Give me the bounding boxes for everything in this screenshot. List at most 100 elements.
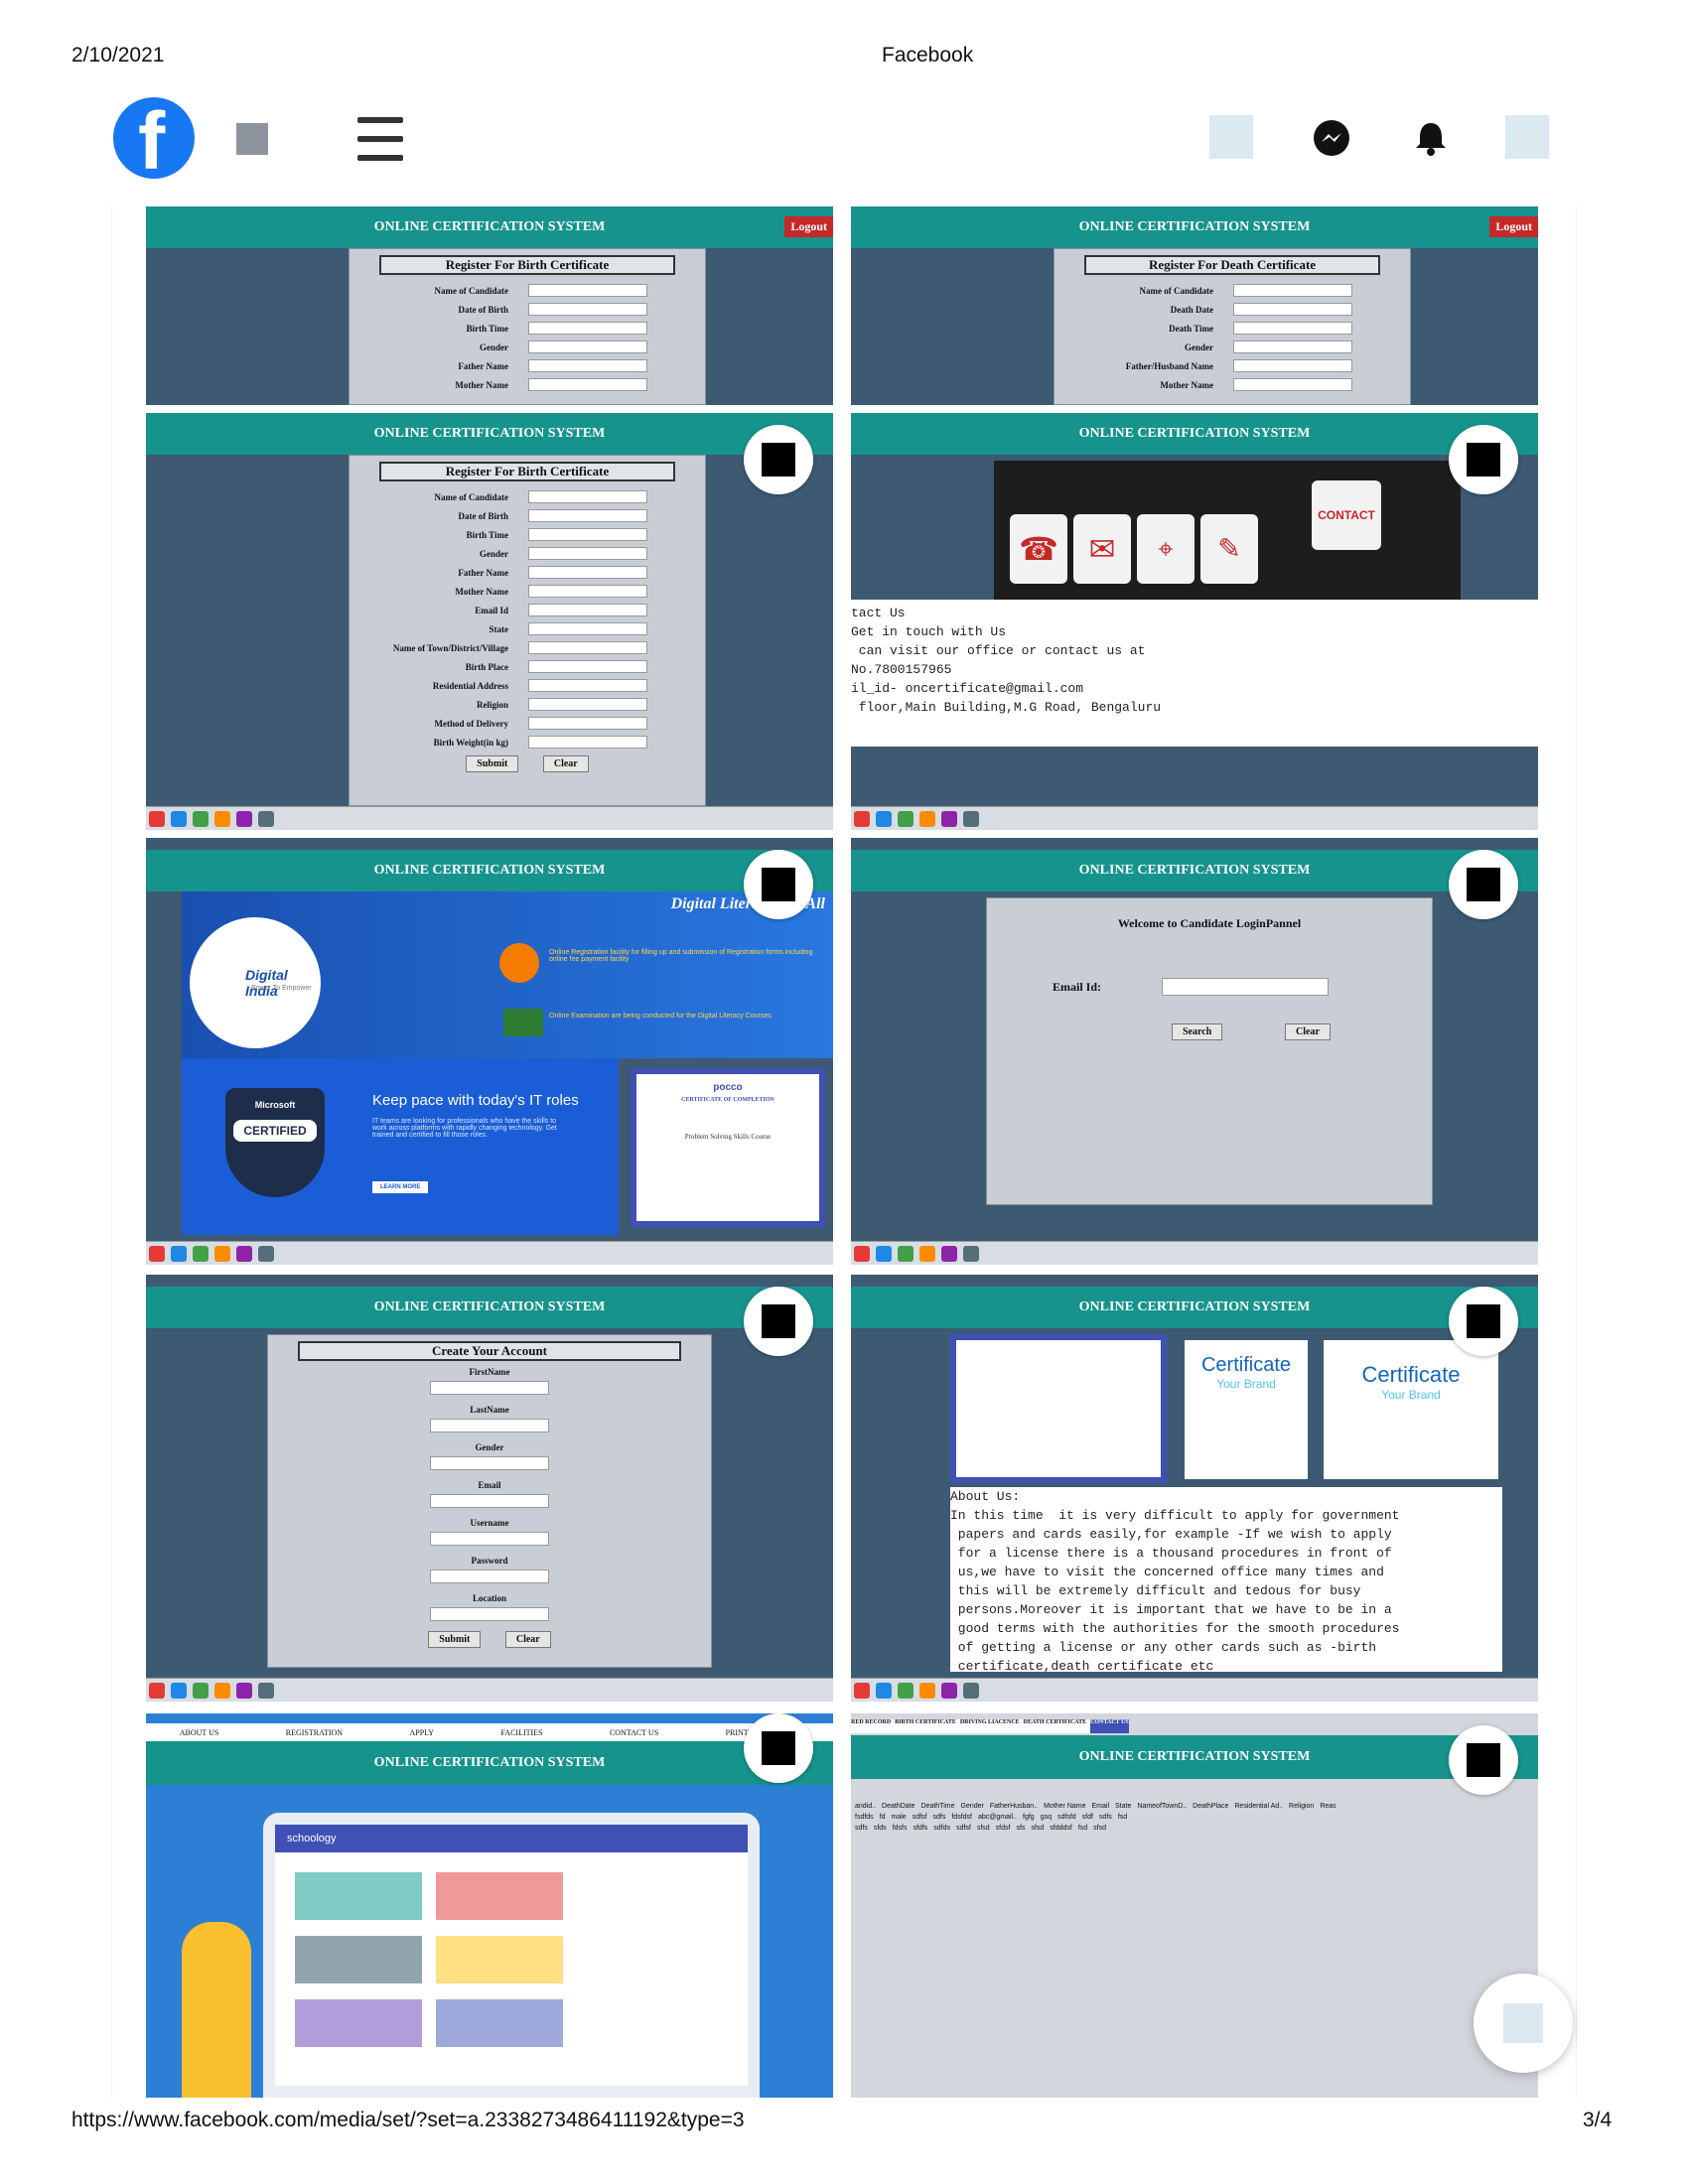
photo-tile-records-table[interactable]: RED RECORD BIRTH CERTIFICATE DRIVING LIA… xyxy=(851,1713,1538,2098)
exam-text: Online Examination are being conducted f… xyxy=(549,1013,772,1020)
birth-form-panel: Register For Birth Certificate Name of C… xyxy=(349,455,706,806)
login-welcome: Welcome to Candidate LoginPannel xyxy=(1117,916,1302,930)
photo-tile-login[interactable]: ONLINE CERTIFICATION SYSTEM Welcome to C… xyxy=(851,838,1538,1265)
contact-line: No.7800157965 xyxy=(851,662,952,677)
field-label: Name of Candidate xyxy=(434,285,509,296)
mail-icon: ✉ xyxy=(1073,514,1131,584)
contact-line: tact Us xyxy=(851,606,906,620)
field-label: Father Name xyxy=(458,567,508,578)
records-tabs: RED RECORD BIRTH CERTIFICATE DRIVING LIA… xyxy=(851,1719,1129,1733)
photo-tile-contact[interactable]: ONLINE CERTIFICATION SYSTEM ☎ ✉ ⌖ ✎ CONT… xyxy=(851,413,1538,830)
about-line: for a license there is a thousand proced… xyxy=(950,1546,1392,1561)
cert-heading: Certificate xyxy=(1361,1362,1461,1387)
field-label: FirstName xyxy=(469,1367,510,1377)
select-photo-button[interactable] xyxy=(1449,1287,1518,1356)
logo-subtext: Power To Empower xyxy=(251,985,312,992)
system-title: ONLINE CERTIFICATION SYSTEM xyxy=(851,1287,1538,1328)
photo-placeholder-icon[interactable] xyxy=(1209,115,1253,159)
logout-button: Logout xyxy=(1489,216,1538,237)
exam-icon xyxy=(503,1009,543,1036)
select-photo-button[interactable] xyxy=(744,425,813,494)
certificate-image: Certificate Your Brand xyxy=(1185,1340,1308,1479)
system-title: ONLINE CERTIFICATION SYSTEM xyxy=(851,850,1538,891)
home-icon[interactable] xyxy=(236,123,268,155)
field-label: Gender xyxy=(475,1442,504,1452)
field-label: Death Time xyxy=(1169,323,1213,334)
windows-taskbar xyxy=(851,806,1538,830)
notifications-bell-icon[interactable] xyxy=(1408,115,1454,161)
field-label: Gender xyxy=(1185,341,1213,352)
field-label: Name of Candidate xyxy=(1139,285,1214,296)
table-row: fsdfds fd male sdfsf sdfs fdsfdsf abc@gmail.. f… xyxy=(855,1814,1128,1821)
field-label: Email xyxy=(478,1480,501,1490)
form-title: Register For Birth Certificate xyxy=(379,462,675,481)
submit-button: Submit xyxy=(428,1631,482,1648)
email-input xyxy=(1162,978,1329,996)
about-line: good terms with the authorities for the … xyxy=(950,1621,1400,1636)
records-tab: DRIVING LIACENCE xyxy=(959,1719,1020,1725)
photo-tile-birth-form[interactable]: ONLINE CERTIFICATION SYSTEM Register For… xyxy=(146,413,833,830)
windows-taskbar xyxy=(851,1241,1538,1265)
phone-icon: ☎ xyxy=(1010,514,1067,584)
system-title: ONLINE CERTIFICATION SYSTEM xyxy=(146,206,833,248)
field-label: Mother Name xyxy=(1160,379,1213,390)
photo-placeholder-icon[interactable] xyxy=(1505,115,1549,159)
about-line: certificate,death certificate etc xyxy=(950,1659,1214,1672)
select-photo-button[interactable] xyxy=(744,1713,813,1783)
system-title: ONLINE CERTIFICATION SYSTEM xyxy=(851,413,1538,455)
photo-tile-about-us[interactable]: ONLINE CERTIFICATION SYSTEM Certificate … xyxy=(851,1275,1538,1702)
field-label: Gender xyxy=(480,548,508,559)
about-line: In this time it is very difficult to app… xyxy=(950,1508,1400,1523)
certificate-image: pocco CERTIFICATE OF COMPLETION Problem … xyxy=(631,1068,825,1227)
cert-brand: Your Brand xyxy=(1381,1388,1441,1402)
field-label: Name of Candidate xyxy=(434,491,509,502)
registration-icon xyxy=(499,943,539,983)
photo-tile-digital-literacy[interactable]: ONLINE CERTIFICATION SYSTEM Digital Lite… xyxy=(146,838,833,1265)
cert-title: CERTIFICATE OF COMPLETION xyxy=(681,1097,774,1103)
floating-action-button[interactable] xyxy=(1474,1974,1573,2073)
app-menu: ABOUT US REGISTRATION APPLY FACILITIES C… xyxy=(146,1723,833,1741)
field-label: Mother Name xyxy=(455,379,508,390)
contact-line: il_id- oncertificate@gmail.com xyxy=(851,681,1084,696)
windows-taskbar xyxy=(146,1241,833,1265)
about-line: this will be extremely difficult and ted… xyxy=(950,1583,1361,1598)
menu-item: ABOUT US xyxy=(179,1727,219,1737)
select-photo-button[interactable] xyxy=(744,1287,813,1356)
field-label: Father Name xyxy=(458,360,508,371)
table-header: andid.. DeathDate DeathTime Gender FatherHus… xyxy=(855,1803,1336,1810)
menu-icon[interactable] xyxy=(357,117,403,161)
messenger-icon[interactable] xyxy=(1309,115,1354,161)
field-label: Password xyxy=(471,1556,508,1566)
ms-body: IT teams are looking for professionals w… xyxy=(372,1118,557,1139)
about-text: About Us: In this time it is very diffic… xyxy=(950,1487,1502,1672)
menu-item: FACILITIES xyxy=(500,1727,543,1737)
select-photo-button[interactable] xyxy=(1449,1725,1518,1795)
field-label: Mother Name xyxy=(455,586,508,597)
photo-tile-create-account[interactable]: ONLINE CERTIFICATION SYSTEM Create Your … xyxy=(146,1275,833,1702)
system-title: ONLINE CERTIFICATION SYSTEM xyxy=(146,1741,833,1785)
death-form-panel: Register For Death Certificate Name of C… xyxy=(1054,248,1411,405)
clear-button: Clear xyxy=(542,755,589,772)
field-label: Date of Birth xyxy=(458,510,509,521)
cert-course: Problem Solving Skills Course xyxy=(684,1133,772,1141)
select-photo-button[interactable] xyxy=(1449,850,1518,919)
select-photo-button[interactable] xyxy=(1449,425,1518,494)
system-title: ONLINE CERTIFICATION SYSTEM xyxy=(146,1287,833,1328)
records-tab: BIRTH CERTIFICATE xyxy=(895,1719,956,1725)
photo-tile-death-form-top[interactable]: ONLINE CERTIFICATION SYSTEM Logout Regis… xyxy=(851,206,1538,405)
system-title: ONLINE CERTIFICATION SYSTEM xyxy=(146,850,833,891)
about-line: us,we have to visit the concerned office… xyxy=(950,1565,1384,1579)
field-label: Username xyxy=(470,1518,509,1528)
system-title: ONLINE CERTIFICATION SYSTEM xyxy=(851,1735,1538,1779)
form-title: Create Your Account xyxy=(298,1341,681,1361)
photo-tile-home-menu[interactable]: ABOUT US REGISTRATION APPLY FACILITIES C… xyxy=(146,1713,833,2098)
select-photo-button[interactable] xyxy=(744,850,813,919)
photo-tile-birth-form-top[interactable]: ONLINE CERTIFICATION SYSTEM Logout Regis… xyxy=(146,206,833,405)
facebook-logo[interactable]: f xyxy=(113,97,195,179)
windows-taskbar xyxy=(851,1678,1538,1702)
system-title: ONLINE CERTIFICATION SYSTEM xyxy=(146,413,833,455)
field-label: Religion xyxy=(476,699,508,710)
about-line: persons.Moreover it is important that we… xyxy=(950,1602,1392,1617)
field-label: Residential Address xyxy=(432,680,508,691)
table-row: sdfs sfds fdsfs sfdfs sdfds sdfsf sfsd sfdsf sfs… xyxy=(855,1825,1107,1832)
